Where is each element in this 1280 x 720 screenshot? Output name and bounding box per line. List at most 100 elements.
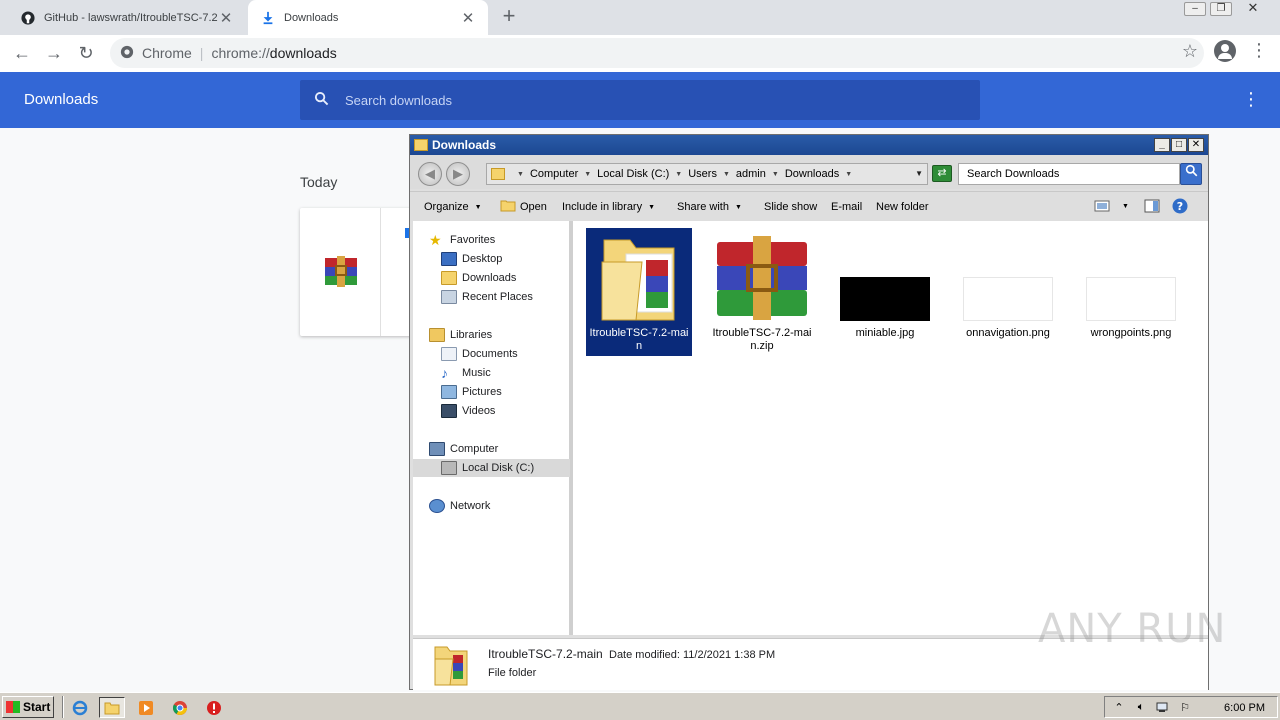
breadcrumb-downloads[interactable]: Downloads ▼: [785, 168, 858, 180]
file-name: onnavigation.png: [966, 327, 1050, 339]
drive-icon: [441, 461, 457, 475]
breadcrumb-admin[interactable]: admin ▼: [736, 168, 785, 180]
explorer-title: Downloads: [432, 138, 497, 152]
winrar-archive-icon: [324, 256, 358, 291]
download-item-card[interactable]: [300, 208, 420, 336]
nav-libraries[interactable]: Libraries: [429, 326, 492, 344]
downloads-menu-icon[interactable]: ⋮: [1242, 90, 1260, 108]
downloads-section-label: Today: [300, 174, 338, 190]
start-button[interactable]: Start: [2, 696, 54, 718]
nav-network[interactable]: Network: [429, 497, 490, 515]
search-icon[interactable]: [1180, 163, 1202, 185]
nav-desktop[interactable]: Desktop: [441, 250, 502, 268]
file-item-zip[interactable]: ItroubleTSC-7.2-main.zip: [709, 228, 815, 356]
close-tab-icon[interactable]: ✕: [218, 10, 234, 27]
nav-local-disk[interactable]: Local Disk (C:): [413, 459, 570, 477]
details-file-type: File folder: [488, 667, 537, 679]
close-window-button[interactable]: ✕: [1242, 1, 1264, 16]
share-with-menu[interactable]: Share with ▼: [677, 201, 742, 213]
file-item-miniable[interactable]: miniable.jpg: [832, 228, 938, 356]
breadcrumb-local-disk[interactable]: Local Disk (C:) ▼: [597, 168, 688, 180]
network-icon: [429, 499, 445, 513]
nav-pictures[interactable]: Pictures: [441, 383, 502, 401]
file-item-folder[interactable]: ItroubleTSC-7.2-main: [586, 228, 692, 356]
nav-music[interactable]: ♪ Music: [441, 364, 491, 382]
downloads-page-title: Downloads: [24, 91, 99, 108]
address-history-dropdown[interactable]: ▼: [915, 169, 923, 178]
explorer-forward-button[interactable]: ▶: [446, 162, 470, 186]
stop-sign-icon[interactable]: [201, 697, 227, 718]
omnibox[interactable]: Chrome | chrome://downloads ☆: [110, 38, 1204, 68]
breadcrumb-users[interactable]: Users ▼: [688, 168, 736, 180]
folder-icon: [434, 646, 468, 686]
new-tab-button[interactable]: +: [498, 5, 520, 28]
details-date-modified: Date modified: 11/2/2021 1:38 PM: [609, 649, 776, 661]
explorer-close-button[interactable]: ✕: [1188, 138, 1204, 152]
show-hidden-icons-icon[interactable]: ⌃: [1111, 700, 1127, 714]
tab-github[interactable]: GitHub - lawswrath/ItroubleTSC-7.2 ✕: [8, 0, 246, 35]
chrome-info-icon[interactable]: [120, 45, 134, 62]
internet-explorer-icon[interactable]: [67, 697, 93, 718]
nav-videos[interactable]: Videos: [441, 402, 495, 420]
explorer-titlebar[interactable]: Downloads: [410, 135, 1208, 155]
security-label: Chrome: [142, 45, 192, 61]
file-list: ItroubleTSC-7.2-main ItroubleTSC-7.2-mai…: [573, 221, 1208, 635]
minimize-window-button[interactable]: –: [1184, 2, 1206, 16]
new-folder-button[interactable]: New folder: [876, 201, 929, 213]
file-name: miniable.jpg: [855, 327, 915, 339]
browser-menu-icon[interactable]: ⋮: [1250, 41, 1268, 59]
action-center-flag-icon[interactable]: ⚐: [1177, 700, 1193, 714]
file-name: wrongpoints.png: [1090, 327, 1172, 339]
nav-favorites[interactable]: ★ Favorites: [429, 231, 495, 249]
chrome-icon[interactable]: [167, 697, 193, 718]
anyrun-watermark: ANY RUN: [1038, 606, 1227, 652]
browser-toolbar: ← → ↻ Chrome | chrome://downloads ☆: [0, 35, 1280, 72]
back-button[interactable]: ←: [10, 41, 34, 65]
preview-pane-icon[interactable]: [1144, 199, 1162, 215]
profile-avatar-icon[interactable]: [1214, 40, 1236, 62]
close-tab-icon[interactable]: ✕: [460, 10, 476, 27]
tab-downloads[interactable]: Downloads ✕: [248, 0, 488, 35]
email-button[interactable]: E-mail: [831, 201, 862, 213]
restore-window-button[interactable]: ❐: [1210, 2, 1232, 16]
media-player-icon[interactable]: [133, 697, 159, 718]
address-bar[interactable]: ▼ Computer ▼ Local Disk (C:) ▼ Users ▼ admi…: [486, 163, 928, 185]
refresh-icon[interactable]: ⇄: [932, 165, 952, 182]
nav-recent-places[interactable]: Recent Places: [441, 288, 533, 306]
reload-button[interactable]: ↻: [74, 41, 98, 65]
explorer-maximize-button[interactable]: □: [1171, 138, 1187, 152]
videos-icon: [441, 404, 457, 418]
explorer-folder-icon[interactable]: [99, 697, 125, 718]
pictures-icon: [441, 385, 457, 399]
forward-button[interactable]: →: [42, 41, 66, 65]
url-scheme: chrome://: [211, 45, 270, 61]
taskbar-separator: [62, 696, 64, 718]
help-icon[interactable]: ?: [1172, 198, 1190, 214]
nav-computer[interactable]: Computer: [429, 440, 498, 458]
include-in-library-menu[interactable]: Include in library ▼: [562, 201, 655, 213]
explorer-minimize-button[interactable]: _: [1154, 138, 1170, 152]
recent-places-icon: [441, 290, 457, 304]
taskbar-clock[interactable]: 6:00 PM: [1224, 702, 1265, 714]
organize-menu[interactable]: Organize ▼: [424, 201, 482, 213]
network-status-icon[interactable]: [1155, 700, 1171, 714]
bookmark-star-icon[interactable]: ☆: [1182, 41, 1198, 62]
details-file-name: ItroubleTSC-7.2-main: [488, 647, 603, 661]
view-options-dropdown[interactable]: ▼: [1122, 203, 1129, 210]
volume-icon[interactable]: 🔈︎: [1133, 700, 1149, 714]
file-name: ItroubleTSC-7.2-main.zip: [712, 327, 812, 352]
music-icon: ♪: [441, 365, 448, 381]
file-item-wrongpoints[interactable]: wrongpoints.png: [1078, 228, 1184, 356]
explorer-search-input[interactable]: Search Downloads: [958, 163, 1180, 185]
url-host: downloads: [269, 45, 337, 61]
slide-show-button[interactable]: Slide show: [764, 201, 817, 213]
file-item-onnavigation[interactable]: onnavigation.png: [955, 228, 1061, 356]
nav-downloads[interactable]: Downloads: [441, 269, 516, 287]
breadcrumb-computer[interactable]: Computer ▼: [530, 168, 597, 180]
folder-icon: [414, 139, 428, 151]
open-button[interactable]: Open: [520, 201, 547, 213]
change-view-icon[interactable]: [1094, 199, 1112, 215]
nav-documents[interactable]: Documents: [441, 345, 518, 363]
explorer-back-button[interactable]: ◀: [418, 162, 442, 186]
downloads-search-input[interactable]: Search downloads: [300, 80, 980, 120]
